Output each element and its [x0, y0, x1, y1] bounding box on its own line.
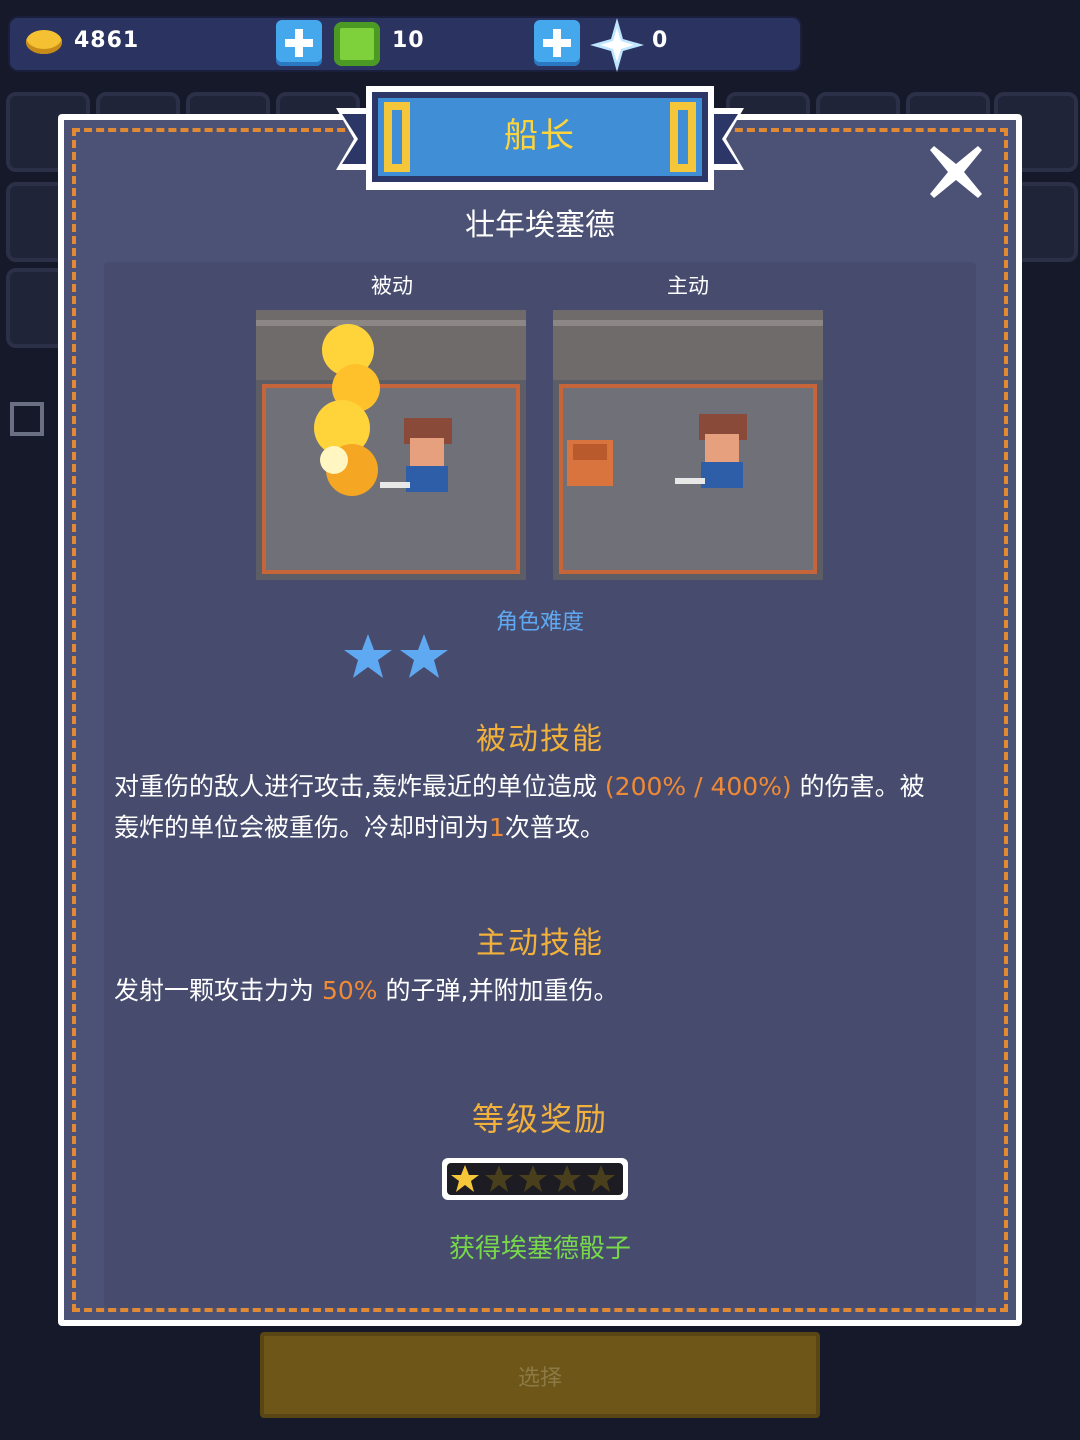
crystal-amount: 0 [652, 28, 669, 53]
hero-name: 壮年埃塞德 [465, 208, 615, 243]
passive-desc-text: 轰炸的单位会被重伤。冷却时间为 [114, 813, 490, 842]
add-gold-button[interactable] [276, 20, 322, 66]
active-attack-value: 50% [321, 976, 378, 1005]
crystal-icon [590, 18, 644, 72]
enemy-sprite [567, 440, 613, 486]
reward-star-empty-icon [587, 1165, 615, 1192]
reward-stars-svg [451, 1165, 615, 1192]
captain-sprite [675, 414, 747, 488]
active-skill-preview [553, 310, 823, 580]
passive-skill-description: 对重伤的敌人进行攻击,轰炸最近的单位造成 (200% / 400%) 的伤害。被… [114, 766, 974, 848]
gold-amount: 4861 [74, 28, 140, 53]
gold-coin-icon [26, 30, 62, 54]
gem-amount: 10 [392, 28, 425, 53]
background-checkbox[interactable] [10, 402, 44, 436]
add-gem-button[interactable] [534, 20, 580, 66]
level-reward-stars [442, 1158, 628, 1200]
passive-skill-preview [256, 310, 526, 580]
dungeon-wall [553, 310, 823, 380]
active-tag: 主动 [667, 274, 709, 298]
passive-skill-title: 被动技能 [476, 722, 604, 757]
difficulty-star-icon [344, 634, 392, 678]
reward-star-empty-icon [519, 1165, 547, 1192]
active-skill-description: 发射一颗攻击力为 50% 的子弹,并附加重伤。 [114, 970, 974, 1011]
reward-star-empty-icon [485, 1165, 513, 1192]
active-desc-text: 的子弹,并附加重伤。 [385, 976, 619, 1005]
difficulty-star-icon [400, 634, 448, 678]
active-skill-title: 主动技能 [476, 926, 604, 961]
level-reward-title: 等级奖励 [471, 1100, 608, 1138]
level-reward-text: 获得埃塞德骰子 [448, 1234, 631, 1264]
reward-star-empty-icon [553, 1165, 581, 1192]
passive-tag: 被动 [371, 274, 413, 298]
reward-star-filled-icon [451, 1165, 479, 1192]
difficulty-stars [344, 634, 448, 678]
passive-cooldown-value: 1 [489, 813, 505, 842]
passive-damage-value: (200% / 400%) [604, 772, 792, 801]
class-title: 船长 [504, 116, 576, 156]
select-button[interactable]: 选择 [260, 1332, 820, 1418]
passive-desc-text: 的伤害。被 [799, 772, 925, 801]
passive-desc-text: 次普攻。 [504, 813, 605, 842]
select-button-label: 选择 [517, 1366, 562, 1391]
passive-desc-text: 对重伤的敌人进行攻击,轰炸最近的单位造成 [114, 772, 597, 801]
active-desc-text: 发射一颗攻击力为 [114, 976, 315, 1005]
gem-icon [334, 22, 380, 66]
difficulty-label: 角色难度 [495, 610, 584, 635]
captain-sprite [380, 418, 452, 492]
close-icon[interactable] [930, 146, 982, 198]
